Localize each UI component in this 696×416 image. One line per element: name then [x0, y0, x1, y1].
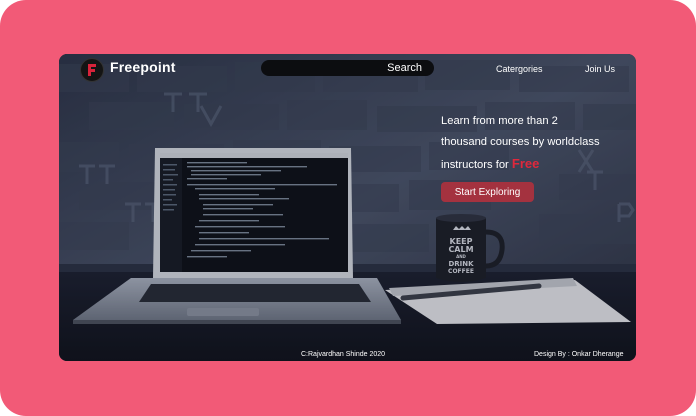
nav-categories-link[interactable]: Catergories	[496, 64, 543, 74]
hero-line-3-text: instructors for	[441, 159, 509, 171]
copyright-text: C:Rajvardhan Shinde 2020	[301, 351, 386, 358]
brand-name[interactable]: Freepoint	[110, 59, 176, 75]
hero-free-highlight: Free	[511, 156, 540, 171]
search-bar[interactable]: Search	[261, 60, 434, 76]
start-exploring-button[interactable]: Start Exploring	[441, 182, 534, 202]
hero-tagline: Learn from more than 2 thousand courses …	[441, 111, 636, 176]
nav-join-link[interactable]: Join Us	[585, 64, 615, 74]
hero-line-2: thousand courses by worldclass	[441, 136, 600, 148]
logo-f-icon	[88, 64, 96, 76]
hero-line-1: Learn from more than 2	[441, 115, 558, 127]
page-frame: KEEP CALM AND DRINK COFFEE Freepoint Sea…	[0, 0, 696, 416]
brand-logo[interactable]	[80, 58, 104, 82]
hero-card: KEEP CALM AND DRINK COFFEE Freepoint Sea…	[59, 54, 636, 361]
search-label: Search	[387, 62, 422, 74]
hero-line-3: instructors for Free	[441, 153, 636, 176]
background-photo: KEEP CALM AND DRINK COFFEE	[59, 54, 636, 361]
designer-credit: Design By : Onkar Dherange	[534, 351, 624, 358]
